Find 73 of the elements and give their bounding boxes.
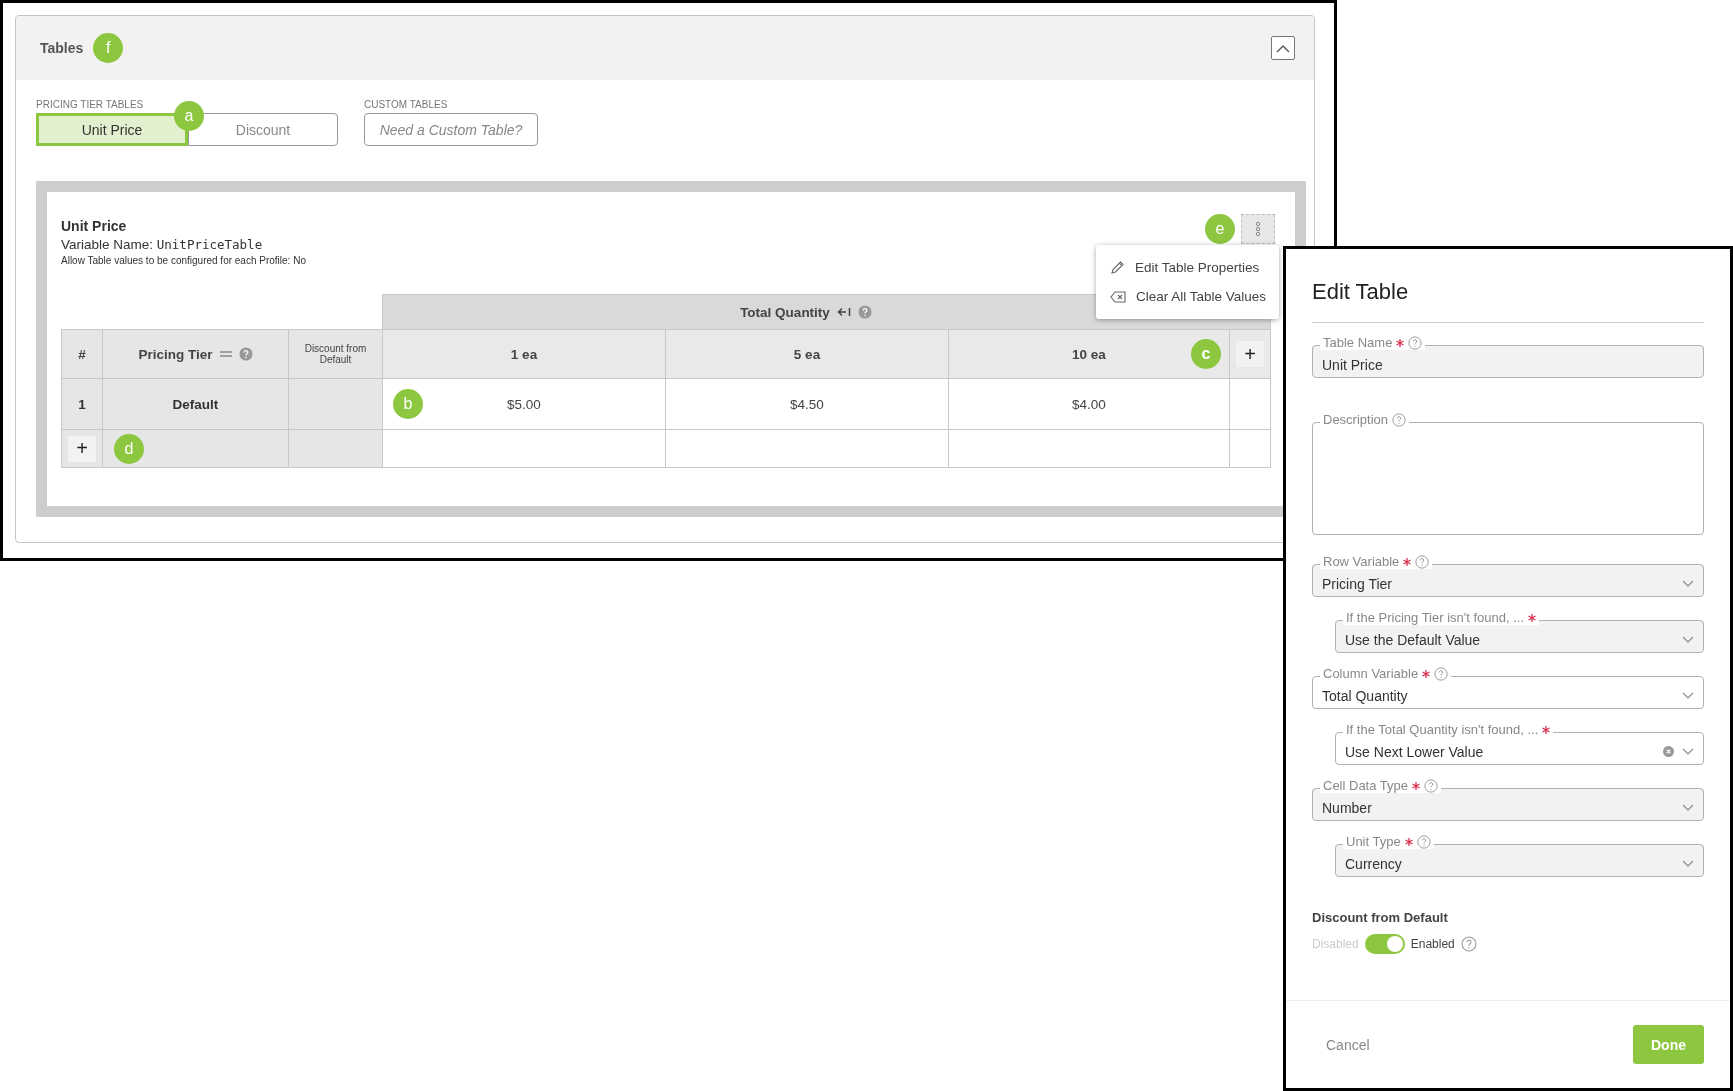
more-button[interactable] xyxy=(1241,214,1275,244)
chevron-down-icon xyxy=(1682,580,1694,587)
required-icon xyxy=(1542,725,1551,734)
tier-name: Default xyxy=(102,378,288,429)
field-label: If the Total Quantity isn't found, ... xyxy=(1346,722,1539,737)
group-label: PRICING TIER TABLES xyxy=(36,99,145,110)
required-icon xyxy=(1403,557,1412,566)
required-icon xyxy=(1422,669,1431,678)
toggle-switch[interactable] xyxy=(1364,934,1405,954)
column-header: 1 ea xyxy=(510,346,538,362)
help-icon xyxy=(1460,936,1477,952)
field-label: Unit Type xyxy=(1346,834,1401,849)
callout-marker: a xyxy=(174,101,204,131)
field-label: Cell Data Type xyxy=(1323,778,1409,793)
required-icon xyxy=(1528,613,1537,622)
chevron-down-icon xyxy=(1682,748,1694,755)
menu-item[interactable]: Clear All Table Values xyxy=(1096,282,1279,311)
equals-icon xyxy=(219,350,232,358)
backspace-icon xyxy=(1110,290,1126,303)
cancel-button[interactable]: Cancel xyxy=(1316,1036,1380,1053)
field-label: Row Variable xyxy=(1323,554,1400,569)
required-icon xyxy=(1404,837,1413,846)
price-value[interactable]: $5.00 xyxy=(507,396,541,412)
help-icon xyxy=(238,347,253,361)
price-value[interactable]: $4.00 xyxy=(1072,396,1106,412)
required-icon xyxy=(1396,338,1405,347)
help-icon xyxy=(1415,554,1430,569)
add-row-button[interactable]: + xyxy=(68,435,96,462)
field-label: Table Name xyxy=(1323,335,1393,350)
profile-note: Allow Table values to be configured for each Profile: No xyxy=(61,255,306,266)
pencil-icon xyxy=(1110,260,1125,275)
help-icon xyxy=(1424,778,1439,793)
clear-icon[interactable] xyxy=(1663,746,1674,757)
add-column-button[interactable]: + xyxy=(1236,341,1264,367)
column-header: Pricing Tier xyxy=(138,346,213,362)
table-title: Unit Price xyxy=(61,218,128,234)
chevron-down-icon xyxy=(1682,804,1694,811)
column-header: # xyxy=(78,346,86,362)
field-label: Description xyxy=(1323,412,1389,427)
variable-name: Variable Name: UnitPriceTable xyxy=(61,237,264,252)
callout-marker: e xyxy=(1205,214,1235,244)
column-header: Discount from Default xyxy=(303,343,368,365)
panel-title: Edit Table xyxy=(1312,279,1410,305)
chevron-up-icon xyxy=(1276,43,1290,53)
more-icon xyxy=(1255,221,1261,237)
row-number: 1 xyxy=(61,378,102,429)
toggle-label: Enabled xyxy=(1410,937,1455,951)
group-header-label: Total Quantity xyxy=(740,304,830,320)
arrow-left-bar-icon xyxy=(836,307,851,317)
callout-marker: d xyxy=(114,433,144,464)
price-value[interactable]: $4.50 xyxy=(790,396,824,412)
help-icon xyxy=(1434,666,1449,681)
group-label: CUSTOM TABLES xyxy=(364,99,449,110)
toggle-title: Discount from Default xyxy=(1312,910,1449,925)
column-header: 5 ea xyxy=(793,346,821,362)
custom-table-button[interactable]: Need a Custom Table? xyxy=(364,113,538,146)
chevron-down-icon xyxy=(1682,860,1694,867)
collapse-button[interactable] xyxy=(1271,36,1295,60)
column-header: 10 ea xyxy=(1072,346,1106,362)
callout-marker: f xyxy=(93,33,124,63)
chevron-down-icon xyxy=(1682,692,1694,699)
field-label: Column Variable xyxy=(1323,666,1419,681)
callout-marker: c xyxy=(1191,339,1221,369)
help-icon xyxy=(1392,412,1407,427)
help-icon xyxy=(1416,834,1431,849)
field-label: If the Pricing Tier isn't found, ... xyxy=(1346,610,1525,625)
chevron-down-icon xyxy=(1682,636,1694,643)
menu-item[interactable]: Edit Table Properties xyxy=(1096,253,1279,282)
callout-marker: b xyxy=(393,389,423,419)
section-title: Tables xyxy=(40,40,84,56)
required-icon xyxy=(1412,781,1421,790)
help-icon xyxy=(1408,335,1423,350)
help-icon xyxy=(857,305,872,319)
